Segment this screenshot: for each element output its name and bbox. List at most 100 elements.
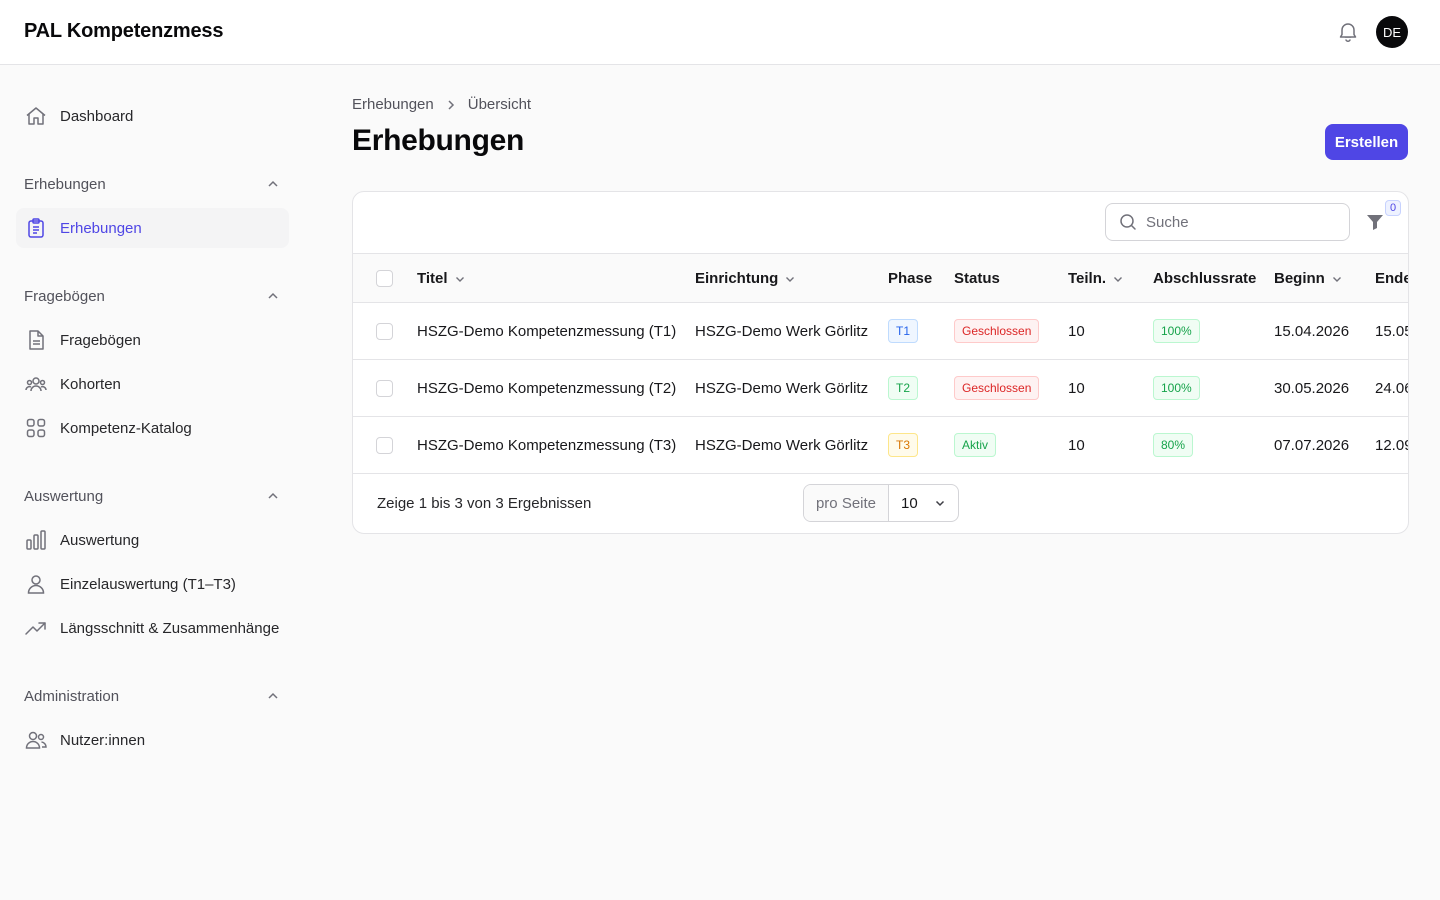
chevron-down-icon [455,276,464,282]
cell-org: HSZG-Demo Werk Görlitz [695,436,869,454]
group-header-erhebungen[interactable]: Erhebungen [24,172,280,196]
chevron-up-icon [268,692,278,699]
cell-title[interactable]: HSZG-Demo Kompetenzmessung (T1) [417,303,695,360]
cell-start: 07.07.2026 [1274,436,1350,454]
column-header-teilnehmer[interactable]: Teiln. [1068,254,1153,303]
status-badge: Geschlossen [954,376,1040,400]
surveys-table: Titel Einrichtung Phase Status Teiln. Ab… [353,253,1409,474]
sidebar-item-label: Auswertung [60,531,140,549]
sidebar-item-kohorten[interactable]: Kohorten [16,364,289,404]
cell-title[interactable]: HSZG-Demo Kompetenzmessung (T2) [417,360,695,417]
table-card: 0 Titel Einrichtung Phase Status Teiln. … [352,191,1409,534]
sidebar-item-fragebogen[interactable]: Fragebögen [16,320,289,360]
cell-end: 24.06.2026 [1375,379,1409,397]
rate-badge: 100% [1153,376,1200,400]
document-icon [24,328,48,352]
cell-participants: 10 [1068,322,1085,340]
sidebar-item-dashboard[interactable]: Dashboard [16,96,289,136]
cell-org: HSZG-Demo Werk Görlitz [695,379,869,397]
table-row[interactable]: HSZG-Demo Kompetenzmessung (T1) HSZG-Dem… [353,303,1409,360]
sidebar-item-laengsschnitt[interactable]: Längsschnitt & Zusammenhänge [16,608,289,648]
avatar[interactable]: DE [1376,16,1408,48]
status-badge: Geschlossen [954,319,1040,343]
sidebar-item-auswertung[interactable]: Auswertung [16,520,289,560]
top-bar: PAL Kompetenzmess DE [0,0,1440,65]
row-checkbox[interactable] [376,436,393,454]
sidebar-item-label: Längsschnitt & Zusammenhänge [60,619,280,637]
column-header-einrichtung[interactable]: Einrichtung [695,254,888,303]
app-title[interactable]: PAL Kompetenzmess [24,20,223,43]
sidebar-item-nutzerinnen[interactable]: Nutzer:innen [16,720,289,760]
row-checkbox[interactable] [376,379,393,397]
sidebar-item-einzelauswertung[interactable]: Einzelauswertung (T1–T3) [16,564,289,604]
search-input[interactable] [1146,213,1326,231]
column-header-titel[interactable]: Titel [417,254,695,303]
cell-title[interactable]: HSZG-Demo Kompetenzmessung (T3) [417,417,695,474]
chevron-down-icon [1332,276,1341,282]
per-page-label: pro Seite [804,485,889,521]
status-badge: Aktiv [954,433,997,457]
sidebar: Dashboard Erhebungen Erhebungen Fragebög… [0,65,304,900]
user-icon [24,572,48,596]
rate-badge: 80% [1153,433,1194,457]
sidebar-item-label: Dashboard [60,107,134,125]
group-label: Erhebungen [24,175,106,193]
chevron-up-icon [268,180,278,187]
home-icon [24,104,48,128]
cell-start: 30.05.2026 [1274,379,1350,397]
pagination-summary: Zeige 1 bis 3 von 3 Ergebnissen [377,495,592,512]
sidebar-item-label: Kompetenz-Katalog [60,419,192,437]
sidebar-item-label: Erhebungen [60,219,142,237]
table-row[interactable]: HSZG-Demo Kompetenzmessung (T3) HSZG-Dem… [353,417,1409,474]
chevron-up-icon [268,492,278,499]
users-group-icon [24,372,48,396]
users-icon [24,728,48,752]
group-header-fragebogen[interactable]: Fragebögen [24,284,280,308]
cell-participants: 10 [1068,436,1085,454]
sidebar-item-label: Nutzer:innen [60,731,146,749]
cell-participants: 10 [1068,379,1085,397]
group-header-administration[interactable]: Administration [24,684,280,708]
per-page-dropdown[interactable]: 10 [889,485,958,521]
trending-up-icon [24,616,48,640]
chevron-up-icon [268,292,278,299]
bell-icon[interactable] [1336,20,1360,44]
cell-end: 15.05.2026 [1375,322,1409,340]
group-label: Fragebögen [24,287,105,305]
group-label: Administration [24,687,120,705]
chevron-down-icon [1114,276,1123,282]
search-field[interactable] [1105,203,1350,241]
table-header-row: Titel Einrichtung Phase Status Teiln. Ab… [353,253,1408,303]
sidebar-item-label: Einzelauswertung (T1–T3) [60,575,236,593]
breadcrumb-link-erhebungen[interactable]: Erhebungen [352,96,434,113]
sidebar-item-label: Kohorten [60,375,121,393]
select-all-checkbox[interactable] [376,269,393,287]
table-row[interactable]: HSZG-Demo Kompetenzmessung (T2) HSZG-Dem… [353,360,1409,417]
cell-org: HSZG-Demo Werk Görlitz [695,322,869,340]
cell-end: 12.09.2026 [1375,436,1409,454]
rate-badge: 100% [1153,319,1200,343]
chevron-down-icon [786,276,795,282]
column-header-beginn[interactable]: Beginn [1274,254,1375,303]
grid-icon [24,416,48,440]
filter-icon[interactable] [1365,212,1385,232]
sidebar-item-erhebungen[interactable]: Erhebungen [16,208,289,248]
sidebar-item-kompetenz-katalog[interactable]: Kompetenz-Katalog [16,408,289,448]
page-title: Erhebungen [352,124,525,157]
phase-badge: T3 [888,433,919,457]
chevron-right-icon [448,99,454,110]
sidebar-item-label: Fragebögen [60,331,141,349]
breadcrumb-current: Übersicht [467,96,532,113]
per-page-select[interactable]: pro Seite 10 [803,484,959,522]
clipboard-icon [24,216,48,240]
filter-count-badge: 0 [1385,200,1401,216]
column-header-ende[interactable]: Ende [1375,254,1408,303]
column-header-phase: Phase [888,269,933,287]
group-label: Auswertung [24,487,104,505]
create-button[interactable]: Erstellen [1325,124,1408,160]
breadcrumb: Erhebungen Übersicht [352,96,531,113]
group-header-auswertung[interactable]: Auswertung [24,484,280,508]
bar-chart-icon [24,528,48,552]
phase-badge: T1 [888,319,919,343]
row-checkbox[interactable] [376,322,393,340]
